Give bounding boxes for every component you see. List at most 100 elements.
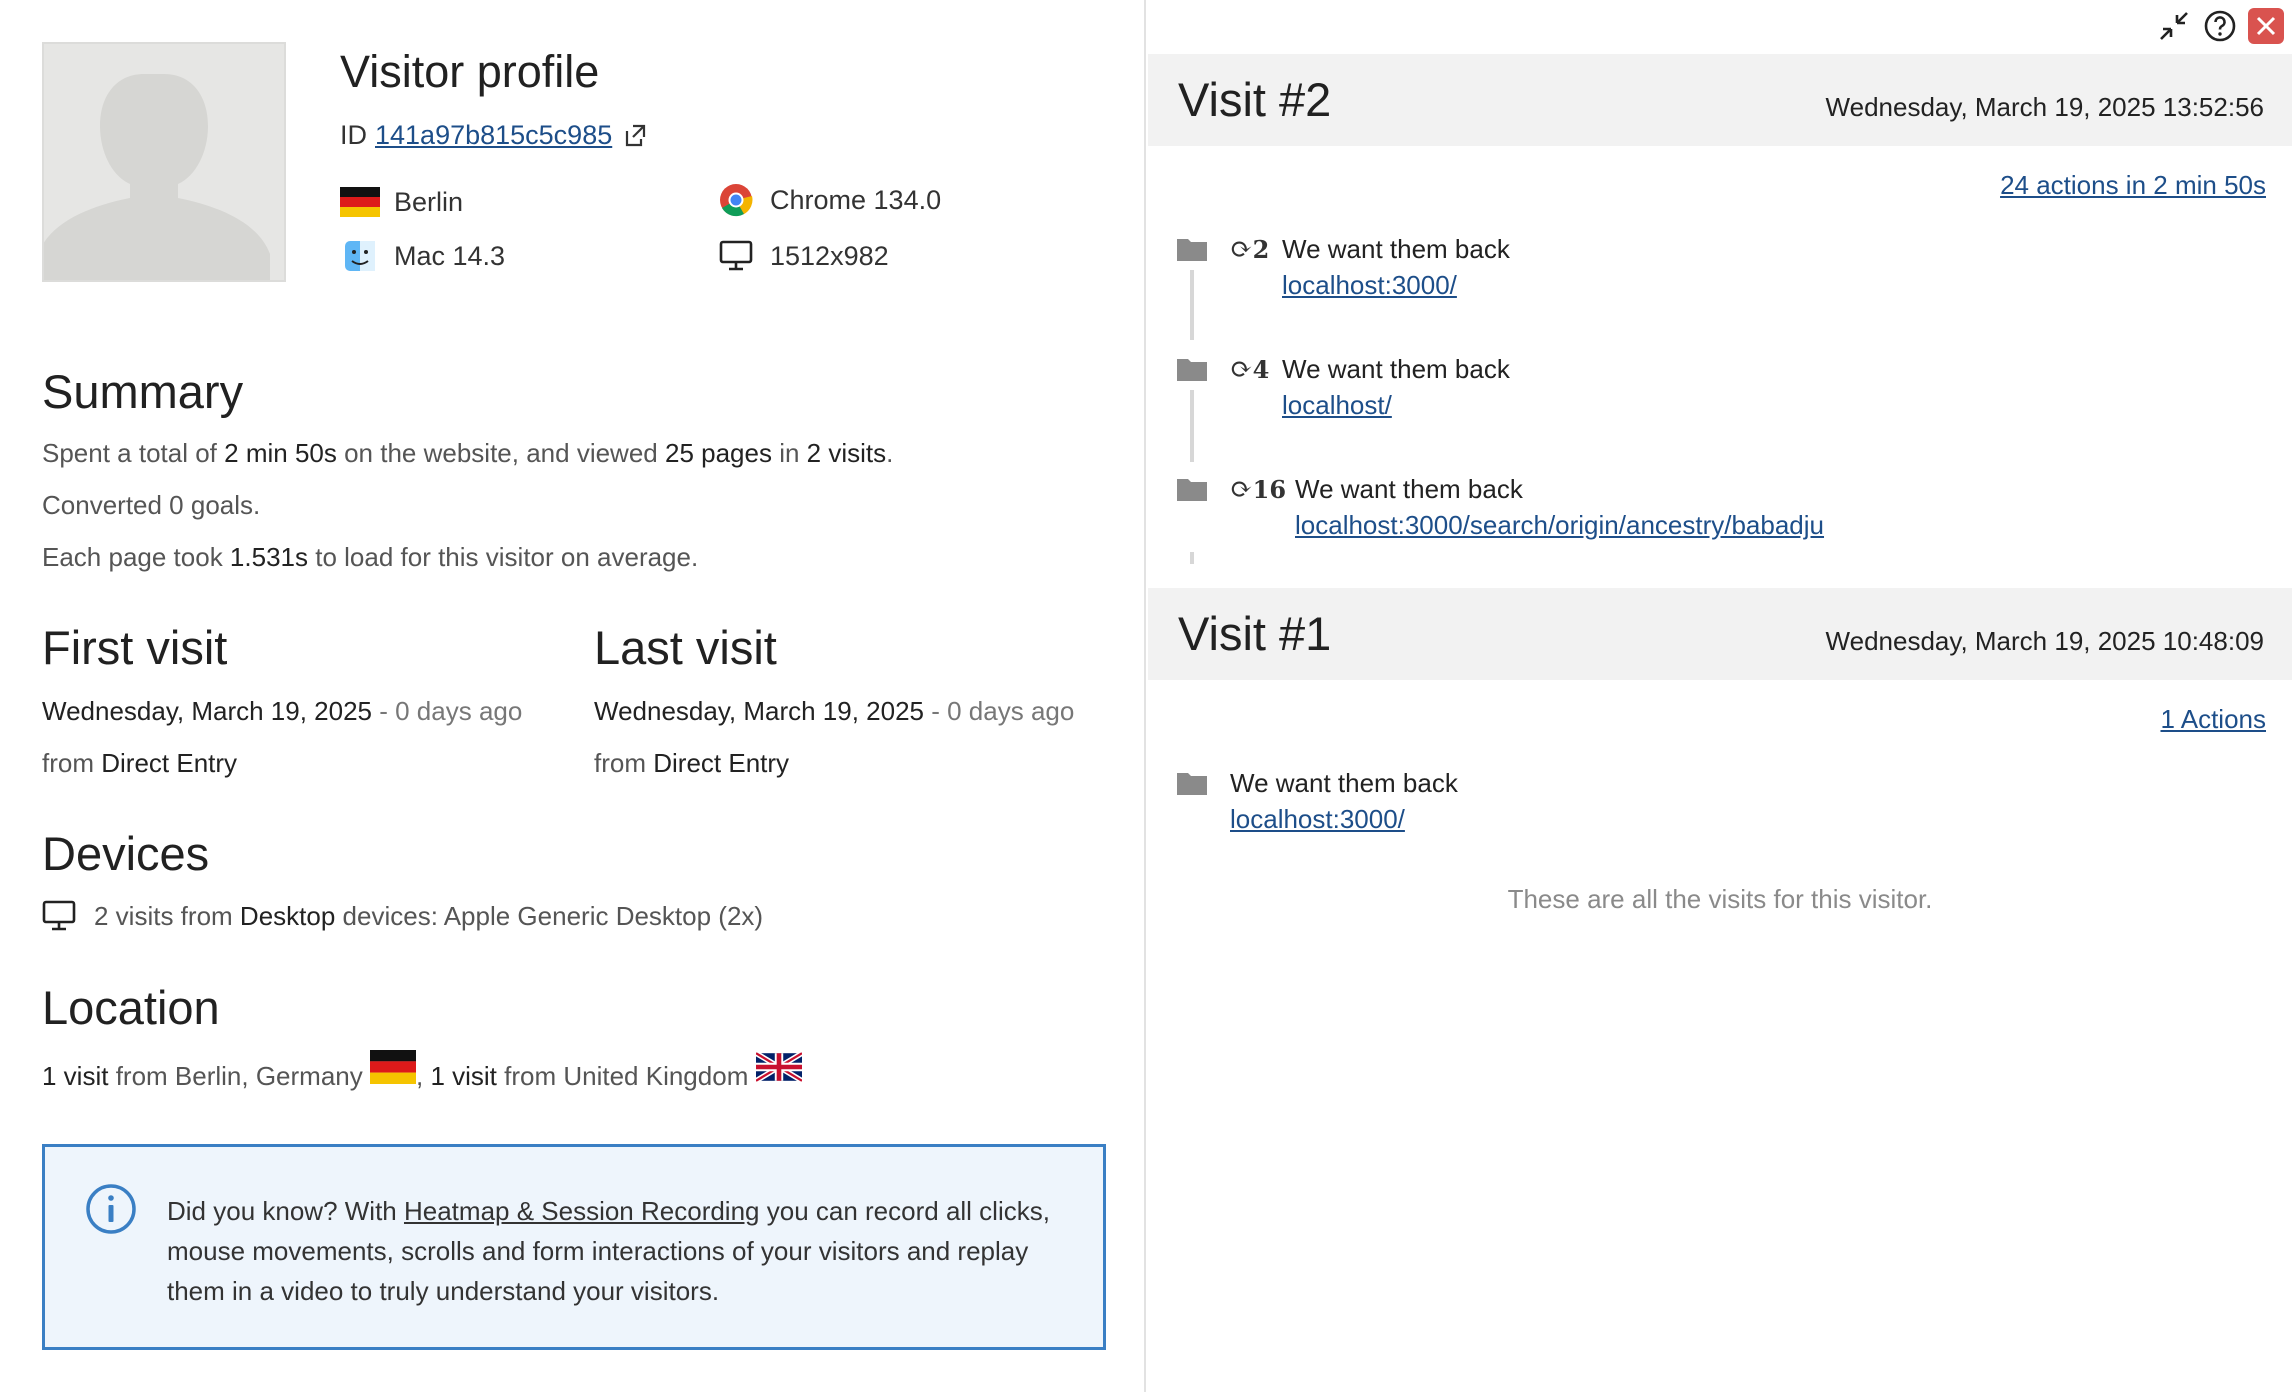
summary-pages: 25 pages	[664, 438, 772, 468]
city-label: Berlin	[394, 186, 464, 217]
location-line: 1 visit from Berlin, Germany , 1 visit f…	[42, 1050, 802, 1092]
action-title: We want them back	[1282, 354, 1510, 384]
visit-date: Wednesday, March 19, 2025 10:48:09	[1825, 626, 2264, 656]
summary-text: to load for this visitor on average.	[308, 542, 699, 572]
visit-title: Visit #1	[1178, 607, 1332, 660]
profile-title: Visitor profile	[340, 46, 600, 97]
folder-icon	[1176, 236, 1208, 262]
os-attribute: Mac 14.3	[340, 240, 505, 272]
last-visit-heading: Last visit	[594, 621, 777, 674]
visitor-avatar	[42, 42, 286, 282]
last-visit-from: from	[594, 748, 654, 778]
refresh-icon: ⟳4	[1230, 354, 1270, 385]
resolution-label: 1512x982	[770, 240, 889, 271]
info-text: Did you know? With Heatmap & Session Rec…	[167, 1191, 1067, 1311]
visitor-id-label: ID	[340, 120, 367, 150]
summary-text: Spent a total of	[42, 438, 225, 468]
location-from: from United Kingdom	[496, 1061, 756, 1091]
visit-actions-summary-link[interactable]: 1 Actions	[2160, 704, 2266, 735]
copy-icon[interactable]	[622, 123, 648, 149]
os-label: Mac 14.3	[394, 240, 506, 271]
summary-text: .	[886, 438, 894, 468]
devices-count: 2 visits from	[94, 900, 240, 931]
last-visit-date-line: Wednesday, March 19, 2025 - 0 days ago	[594, 696, 1074, 727]
summary-load-line: Each page took 1.531s to load for this v…	[42, 542, 698, 573]
last-visit-ago: - 0 days ago	[924, 696, 1075, 726]
first-visit-heading: First visit	[42, 621, 228, 674]
refresh-icon: ⟳2	[1230, 234, 1270, 265]
folder-icon	[1176, 356, 1208, 382]
visitor-id-link[interactable]: 141a97b815c5c985	[375, 120, 612, 151]
visit-header: Visit #2 Wednesday, March 19, 2025 13:52…	[1148, 54, 2292, 146]
location-visit-count: 1 visit	[430, 1061, 497, 1091]
summary-goals-line: Converted 0 goals.	[42, 490, 261, 520]
germany-flag-icon	[369, 1050, 416, 1084]
location-attribute: Berlin	[340, 186, 463, 218]
action-title: We want them back	[1230, 768, 1458, 798]
action-url-link[interactable]: localhost:3000/search/origin/ancestry/ba…	[1295, 510, 1824, 541]
first-visit-from: from	[42, 748, 102, 778]
desktop-icon	[42, 900, 76, 932]
visits-panel: Visit #2 Wednesday, March 19, 2025 13:52…	[1148, 0, 2292, 1392]
folder-icon	[1176, 476, 1208, 502]
folder-icon	[1176, 770, 1208, 796]
summary-time-line: Spent a total of 2 min 50s on the websit…	[42, 438, 893, 469]
last-visit-date: Wednesday, March 19, 2025	[594, 696, 925, 726]
location-from: from Berlin, Germany	[108, 1061, 370, 1091]
info-text-prefix: Did you know? With	[167, 1196, 404, 1226]
devices-type: Desktop	[239, 900, 336, 931]
browser-label: Chrome 134.0	[770, 184, 942, 215]
visitor-profile-panel: Visitor profile ID 141a97b815c5c985 Berl…	[0, 0, 1146, 1392]
avatar-silhouette-icon	[44, 44, 284, 280]
close-icon[interactable]	[2248, 8, 2284, 44]
summary-time: 2 min 50s	[224, 438, 337, 468]
help-circle-icon[interactable]	[2202, 8, 2238, 44]
visit-date: Wednesday, March 19, 2025 13:52:56	[1825, 92, 2264, 122]
visit-title: Visit #2	[1178, 73, 1332, 126]
all-visits-note: These are all the visits for this visito…	[1507, 884, 1933, 914]
collapse-arrows-icon[interactable]	[2156, 8, 2192, 44]
refresh-count: 16	[1252, 475, 1287, 504]
action-title: We want them back	[1282, 234, 1510, 264]
first-visit-source: Direct Entry	[101, 748, 238, 778]
info-icon	[85, 1183, 137, 1235]
first-visit-ago: - 0 days ago	[372, 696, 523, 726]
first-visit-date: Wednesday, March 19, 2025	[42, 696, 373, 726]
action-url-link[interactable]: localhost/	[1282, 390, 1392, 421]
devices-suffix: devices: Apple Generic Desktop (2x)	[335, 900, 764, 931]
summary-heading: Summary	[42, 365, 244, 418]
first-visit-date-line: Wednesday, March 19, 2025 - 0 days ago	[42, 696, 522, 727]
visit-actions-summary-link[interactable]: 24 actions in 2 min 50s	[2000, 170, 2266, 201]
heatmap-session-recording-link[interactable]: Heatmap & Session Recording	[404, 1196, 760, 1226]
location-visit-count: 1 visit	[42, 1061, 109, 1091]
summary-text: Each page took	[42, 542, 230, 572]
refresh-count: 2	[1252, 235, 1270, 264]
action-title: We want them back	[1295, 474, 1523, 504]
uk-flag-icon	[755, 1050, 802, 1084]
last-visit-source: Direct Entry	[653, 748, 790, 778]
desktop-icon	[716, 240, 756, 272]
heatmap-info-box: Did you know? With Heatmap & Session Rec…	[42, 1144, 1106, 1350]
action-url-link[interactable]: localhost:3000/	[1230, 804, 1405, 835]
devices-line: 2 visits from Desktop devices: Apple Gen…	[42, 900, 763, 932]
summary-load-time: 1.531s	[229, 542, 308, 572]
resolution-attribute: 1512x982	[716, 240, 889, 272]
visit-header: Visit #1 Wednesday, March 19, 2025 10:48…	[1148, 588, 2292, 680]
summary-visits: 2 visits	[806, 438, 887, 468]
macos-finder-icon	[340, 240, 380, 272]
visitor-id-row: ID 141a97b815c5c985	[340, 120, 648, 151]
refresh-icon: ⟳16	[1230, 474, 1287, 505]
timeline-connector	[1190, 270, 1194, 340]
action-url-link[interactable]: localhost:3000/	[1282, 270, 1457, 301]
location-separator: ,	[415, 1061, 431, 1091]
summary-text: in	[771, 438, 807, 468]
last-visit-source-line: from Direct Entry	[594, 748, 789, 779]
first-visit-source-line: from Direct Entry	[42, 748, 237, 779]
chrome-icon	[716, 184, 756, 217]
timeline-connector	[1190, 390, 1194, 462]
browser-attribute: Chrome 134.0	[716, 184, 942, 217]
summary-text: on the website, and viewed	[336, 438, 665, 468]
devices-heading: Devices	[42, 827, 210, 880]
germany-flag-icon	[340, 186, 380, 218]
timeline-connector	[1190, 552, 1194, 564]
